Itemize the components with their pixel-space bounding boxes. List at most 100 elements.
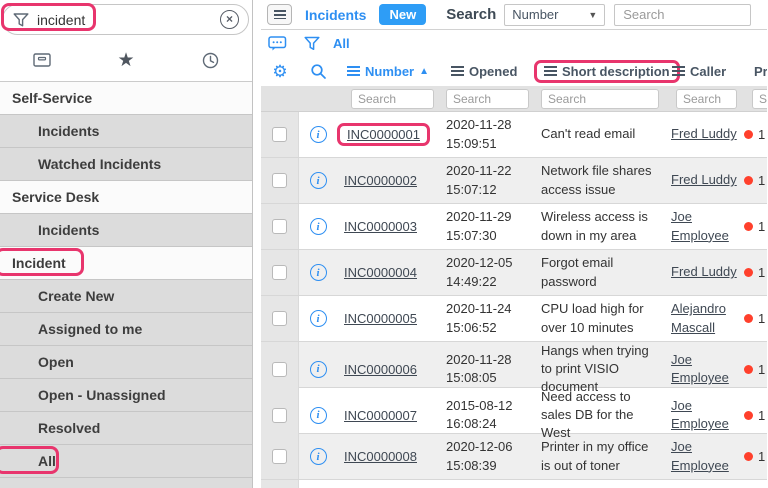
history-clock-icon [202,52,218,69]
info-icon[interactable]: i [309,218,327,235]
info-icon[interactable]: i [309,310,327,327]
all-applications-icon [33,53,51,67]
info-icon[interactable]: i [309,448,327,465]
info-icon[interactable]: i [309,172,327,189]
sidebar-item-label: Resolved [38,420,101,436]
incident-number-link[interactable]: INC0000002 [344,173,417,188]
search-icon[interactable] [310,63,327,80]
number-cell: INC0000004 [337,265,446,280]
row-checkbox[interactable] [272,311,287,326]
table-row: i INC0000005 2020-11-24 15:06:52 CPU load… [261,296,767,342]
caller-link[interactable]: Alejandro Mascall [671,301,726,334]
priority-cell: 1 [744,265,767,280]
info-icon[interactable]: i [309,126,327,143]
incident-number-link[interactable]: INC0000004 [344,265,417,280]
sidebar-item-label: Service Desk [12,189,100,205]
tab-history[interactable] [168,40,252,81]
favorites-star-icon: ★ [117,50,135,71]
filter-breadcrumb-all[interactable]: All [333,36,350,51]
caller-link[interactable]: Fred Luddy [671,172,737,187]
preview-cell: i [299,406,337,424]
sidebar-item-self-service[interactable]: Self-Service [0,82,252,115]
short-description-cell: Wireless access is down in my area [541,209,648,243]
incident-number-link[interactable]: INC0000007 [344,408,417,423]
filter-navigator-input[interactable] [37,11,220,28]
incident-number-link[interactable]: INC0000001 [347,127,420,142]
number-cell: INC0000007 [337,408,446,423]
column-header-short-description[interactable]: Short description [534,59,680,83]
caller-link[interactable]: Joe Employee [671,398,729,431]
column-header-caller[interactable]: Caller [671,64,744,79]
opened-column-search-input[interactable] [446,88,529,109]
caller-link[interactable]: Fred Luddy [671,264,737,279]
list-context-menu-button[interactable] [267,4,292,25]
caller-cell: Fred Luddy [671,171,744,189]
table-row: i INC0000001 2020-11-28 15:09:51 Can't re… [261,112,767,158]
row-checkbox[interactable] [272,265,287,280]
list-search-input[interactable] [614,3,752,26]
sidebar-item-assigned-to-me[interactable]: Assigned to me [0,313,252,346]
sidebar-item-incident[interactable]: Incident [0,247,252,280]
tab-all-applications[interactable] [0,40,84,81]
caller-link[interactable]: Fred Luddy [671,126,737,141]
preview-cell: i [299,448,337,465]
row-select-cell [261,296,299,341]
filter-navigator-searchbox[interactable]: × [2,4,249,35]
caller-link[interactable]: Joe Employee [671,209,729,242]
application-navigator: × ★ Self-Service Incidents Watched Incid… [0,0,253,488]
hamburger-icon [273,10,286,19]
sidebar-item-open[interactable]: Open [0,346,252,379]
sidebar-item-create-new[interactable]: Create New [0,280,252,313]
sidebar-item-service-desk[interactable]: Service Desk [0,181,252,214]
incident-number-link[interactable]: INC0000008 [344,449,417,464]
info-icon[interactable]: i [309,406,327,424]
column-header-number[interactable]: Number ▲ [337,64,446,79]
table-row: i INC0000004 2020-12-05 14:49:22 Forgot e… [261,250,767,296]
priority-critical-dot [744,364,753,374]
filter-funnel-icon[interactable] [304,36,320,51]
new-record-button[interactable]: New [379,4,427,25]
caller-link[interactable]: Joe Employee [671,352,729,385]
clear-search-icon[interactable]: × [220,10,239,29]
column-menu-icon [347,66,360,76]
row-checkbox[interactable] [272,219,287,234]
info-icon[interactable]: i [309,264,327,281]
row-select-cell [261,204,299,249]
number-column-search-input[interactable] [351,88,434,109]
search-field-dropdown[interactable]: Number ▼ [504,3,606,26]
incident-number-link[interactable]: INC0000003 [344,219,417,234]
short-description-column-search-input[interactable] [541,88,659,109]
column-label: Priority [754,63,767,79]
column-header-opened[interactable]: Opened [446,64,541,79]
incident-number-link[interactable]: INC0000005 [344,311,417,326]
sidebar-item-open-unassigned[interactable]: Open - Unassigned [0,379,252,412]
sidebar-item-incidents-2[interactable]: Incidents [0,214,252,247]
priority-cell: 1 [744,219,767,234]
column-header-priority[interactable]: Priority [744,64,767,79]
priority-column-search-input[interactable] [752,88,767,109]
number-cell: INC0000003 [337,219,446,234]
row-checkbox[interactable] [272,127,287,142]
chat-messages-icon[interactable] [268,35,287,51]
navigator-tabs: ★ [0,40,252,82]
priority-cell: 1 [744,173,767,188]
sidebar-item-watched-incidents[interactable]: Watched Incidents [0,148,252,181]
caller-column-search-input[interactable] [676,88,737,109]
sidebar-item-resolved[interactable]: Resolved [0,412,252,445]
sidebar-item-all[interactable]: All [0,445,252,478]
list-title[interactable]: Incidents [305,7,366,23]
opened-cell: 2020-12-05 14:49:22 [446,255,513,289]
info-icon[interactable]: i [309,360,327,378]
tab-favorites[interactable]: ★ [84,40,168,81]
incident-number-link[interactable]: INC0000006 [344,362,417,377]
gear-icon[interactable]: ⚙ [272,63,287,80]
priority-cell: 1 [744,311,767,326]
row-checkbox[interactable] [272,407,287,423]
sidebar-item-incidents[interactable]: Incidents [0,115,252,148]
caller-link[interactable]: Joe Employee [671,439,729,472]
row-checkbox[interactable] [272,361,287,377]
number-cell: INC0000002 [337,173,446,188]
sidebar-item-overview[interactable]: Overview [0,478,252,488]
row-checkbox[interactable] [272,173,287,188]
row-checkbox[interactable] [272,449,287,464]
